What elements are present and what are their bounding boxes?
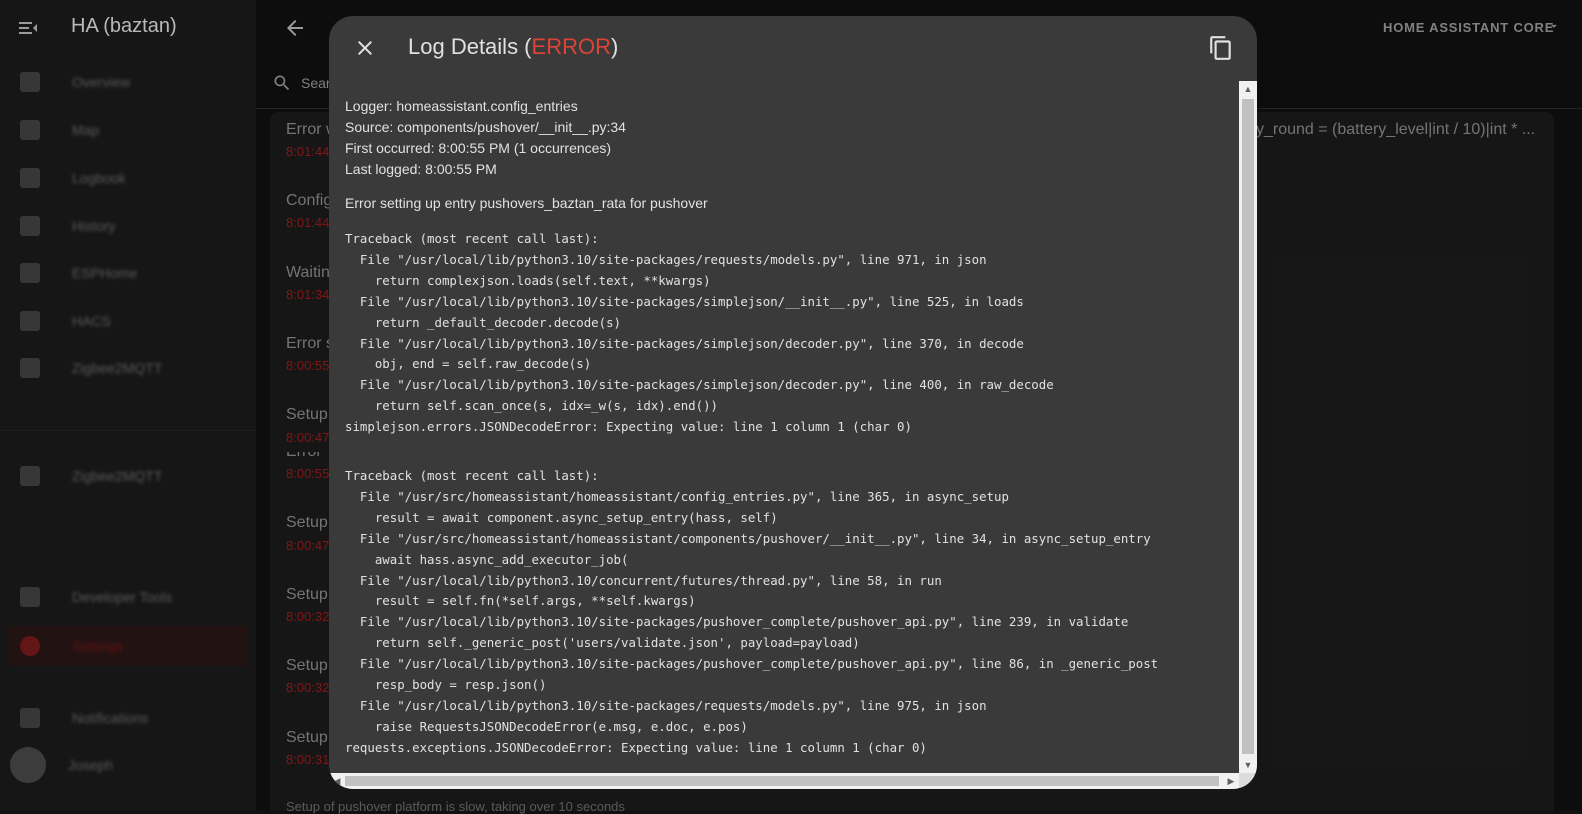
dialog-title-suffix: ) — [610, 34, 619, 59]
log-details-dialog: Log Details (ERROR) Logger: homeassistan… — [329, 16, 1257, 789]
dialog-title-prefix: Log Details ( — [408, 34, 532, 59]
copy-icon[interactable] — [1208, 35, 1234, 61]
scroll-left-arrow-icon[interactable]: ◀ — [329, 773, 345, 789]
dialog-title: Log Details (ERROR) — [408, 34, 618, 60]
log-level: ERROR — [531, 34, 611, 59]
scroll-right-arrow-icon[interactable]: ▶ — [1223, 773, 1239, 789]
dialog-content: Logger: homeassistant.config_entries Sou… — [329, 81, 1239, 774]
last-logged-line: Last logged: 8:00:55 PM — [345, 161, 497, 177]
scrollbar-corner — [1239, 773, 1257, 789]
close-icon[interactable] — [353, 36, 377, 60]
traceback-block: Traceback (most recent call last): File … — [345, 231, 1054, 435]
scroll-down-arrow-icon[interactable]: ▼ — [1239, 757, 1257, 773]
first-occurred-line: First occurred: 8:00:55 PM (1 occurrence… — [345, 140, 612, 156]
error-message: Error setting up entry pushovers_baztan_… — [345, 195, 708, 211]
vertical-scrollbar[interactable]: ▲ ▼ — [1239, 81, 1257, 773]
traceback-block: Traceback (most recent call last): File … — [345, 468, 1159, 755]
horizontal-scrollbar[interactable]: ◀ ▶ — [329, 773, 1239, 789]
scrollbar-thumb[interactable] — [345, 776, 1219, 786]
scroll-up-arrow-icon[interactable]: ▲ — [1239, 81, 1257, 97]
scrollbar-thumb[interactable] — [1242, 99, 1254, 754]
source-line: Source: components/pushover/__init__.py:… — [345, 119, 626, 135]
logger-line: Logger: homeassistant.config_entries — [345, 98, 578, 114]
